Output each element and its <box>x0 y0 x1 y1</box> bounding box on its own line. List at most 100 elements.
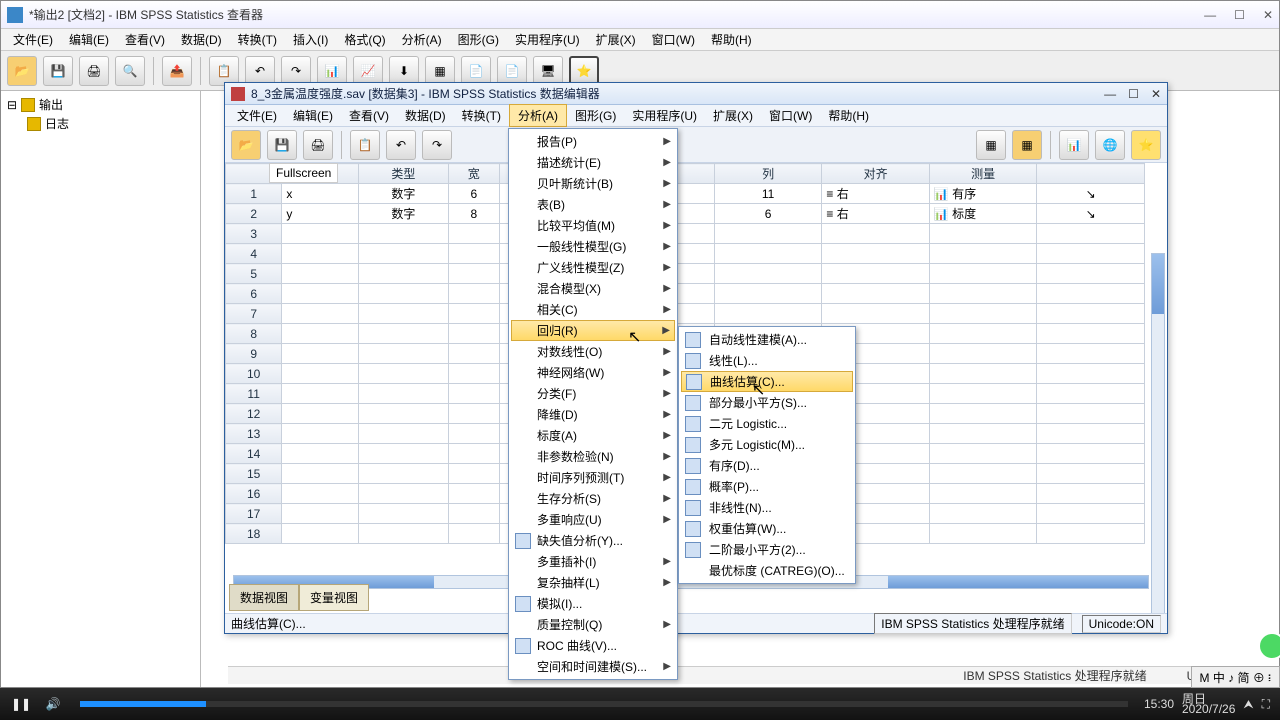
cell-width[interactable] <box>448 244 499 264</box>
cell-name[interactable] <box>282 284 359 304</box>
doc-icon[interactable]: 📄 <box>461 56 491 86</box>
cell-measure[interactable] <box>929 344 1037 364</box>
cell-type[interactable] <box>359 284 449 304</box>
cell-type[interactable] <box>359 364 449 384</box>
menu-item[interactable]: 神经网络(W)▶ <box>511 362 675 383</box>
cell-type[interactable] <box>359 264 449 284</box>
cell-name[interactable] <box>282 244 359 264</box>
col-header[interactable] <box>1037 164 1145 184</box>
cell-measure[interactable]: 📊 标度 <box>929 204 1037 224</box>
cell-width[interactable] <box>448 444 499 464</box>
collapse-icon[interactable]: ⊟ <box>7 98 17 112</box>
emenu-data[interactable]: 数据(D) <box>397 105 454 126</box>
cell-role[interactable]: ↘ <box>1037 204 1145 224</box>
row-header[interactable]: 17 <box>226 504 282 524</box>
cell-measure[interactable] <box>929 504 1037 524</box>
volume-button[interactable]: 🔊 <box>44 695 62 713</box>
cell-columns[interactable] <box>714 244 822 264</box>
redo-icon[interactable]: ↷ <box>281 56 311 86</box>
close-button[interactable]: ✕ <box>1263 8 1273 22</box>
cell-type[interactable] <box>359 244 449 264</box>
submenu-item[interactable]: 线性(L)... <box>681 350 853 371</box>
menu-item[interactable]: 多重插补(I)▶ <box>511 551 675 572</box>
cell-width[interactable] <box>448 344 499 364</box>
submenu-item[interactable]: 二阶最小平方(2)... <box>681 539 853 560</box>
menu-item[interactable]: 一般线性模型(G)▶ <box>511 236 675 257</box>
tray-fullscreen-icon[interactable]: ⛶ <box>1262 697 1270 712</box>
submenu-item[interactable]: 多元 Logistic(M)... <box>681 434 853 455</box>
cell-measure[interactable] <box>929 244 1037 264</box>
submenu-item[interactable]: 权重估算(W)... <box>681 518 853 539</box>
cell-measure[interactable]: 📊 有序 <box>929 184 1037 204</box>
emenu-utilities[interactable]: 实用程序(U) <box>624 105 705 126</box>
cell-role[interactable] <box>1037 304 1145 324</box>
eglobe-icon[interactable]: 🌐 <box>1095 130 1125 160</box>
cell-columns[interactable]: 11 <box>714 184 822 204</box>
grid-icon[interactable]: ▦ <box>425 56 455 86</box>
editor-minimize-button[interactable]: — <box>1104 87 1116 101</box>
menu-data[interactable]: 数据(D) <box>173 29 230 50</box>
emenu-edit[interactable]: 编辑(E) <box>285 105 341 126</box>
cell-width[interactable] <box>448 404 499 424</box>
menu-item[interactable]: 多重响应(U)▶ <box>511 509 675 530</box>
cell-type[interactable] <box>359 444 449 464</box>
row-header[interactable]: 1 <box>226 184 282 204</box>
emenu-extensions[interactable]: 扩展(X) <box>705 105 761 126</box>
cell-align[interactable]: ≡ 右 <box>822 184 930 204</box>
cell-role[interactable]: ↘ <box>1037 184 1145 204</box>
cell-width[interactable] <box>448 264 499 284</box>
cell-type[interactable] <box>359 524 449 544</box>
open-icon[interactable]: 📂 <box>7 56 37 86</box>
col-header[interactable]: 宽 <box>448 164 499 184</box>
cell-measure[interactable] <box>929 464 1037 484</box>
cell-width[interactable] <box>448 304 499 324</box>
cell-name[interactable] <box>282 464 359 484</box>
menu-item[interactable]: 质量控制(Q)▶ <box>511 614 675 635</box>
pause-button[interactable]: ❚❚ <box>12 695 30 713</box>
cell-width[interactable] <box>448 284 499 304</box>
cell-role[interactable] <box>1037 444 1145 464</box>
row-header[interactable]: 6 <box>226 284 282 304</box>
row-header[interactable]: 2 <box>226 204 282 224</box>
emenu-help[interactable]: 帮助(H) <box>820 105 877 126</box>
menu-item[interactable]: 混合模型(X)▶ <box>511 278 675 299</box>
cell-role[interactable] <box>1037 424 1145 444</box>
eopen-icon[interactable]: 📂 <box>231 130 261 160</box>
chart-icon[interactable]: 📈 <box>353 56 383 86</box>
editor-maximize-button[interactable]: ☐ <box>1128 87 1139 101</box>
row-header[interactable]: 10 <box>226 364 282 384</box>
menu-item[interactable]: 比较平均值(M)▶ <box>511 215 675 236</box>
col-header[interactable]: 对齐 <box>822 164 930 184</box>
cell-measure[interactable] <box>929 364 1037 384</box>
tab-variable-view[interactable]: 变量视图 <box>299 584 369 611</box>
menu-window[interactable]: 窗口(W) <box>644 29 703 50</box>
cell-columns[interactable] <box>714 224 822 244</box>
cell-measure[interactable] <box>929 224 1037 244</box>
doc2-icon[interactable]: 📄 <box>497 56 527 86</box>
cell-name[interactable] <box>282 504 359 524</box>
cell-role[interactable] <box>1037 324 1145 344</box>
eprint-icon[interactable]: 🖨 <box>303 130 333 160</box>
emenu-view[interactable]: 查看(V) <box>341 105 397 126</box>
menu-file[interactable]: 文件(E) <box>5 29 61 50</box>
editor-close-button[interactable]: ✕ <box>1151 87 1161 101</box>
ime-bar[interactable]: M 中 ♪ 简 ⊕ ፧ <box>1191 666 1280 688</box>
menu-utilities[interactable]: 实用程序(U) <box>507 29 588 50</box>
cell-type[interactable] <box>359 324 449 344</box>
cell-name[interactable] <box>282 264 359 284</box>
cell-name[interactable] <box>282 344 359 364</box>
cell-align[interactable] <box>822 244 930 264</box>
emenu-transform[interactable]: 转换(T) <box>454 105 509 126</box>
menu-item[interactable]: 广义线性模型(Z)▶ <box>511 257 675 278</box>
cell-name[interactable]: x <box>282 184 359 204</box>
menu-view[interactable]: 查看(V) <box>117 29 173 50</box>
submenu-item[interactable]: 非线性(N)... <box>681 497 853 518</box>
menu-item[interactable]: 回归(R)▶ <box>511 320 675 341</box>
row-header[interactable]: 13 <box>226 424 282 444</box>
screen-icon[interactable]: 🖥 <box>533 56 563 86</box>
erecall-icon[interactable]: 📋 <box>350 130 380 160</box>
submenu-item[interactable]: 最优标度 (CATREG)(O)... <box>681 560 853 581</box>
cell-width[interactable] <box>448 424 499 444</box>
cell-name[interactable] <box>282 384 359 404</box>
menu-item[interactable]: ROC 曲线(V)... <box>511 635 675 656</box>
